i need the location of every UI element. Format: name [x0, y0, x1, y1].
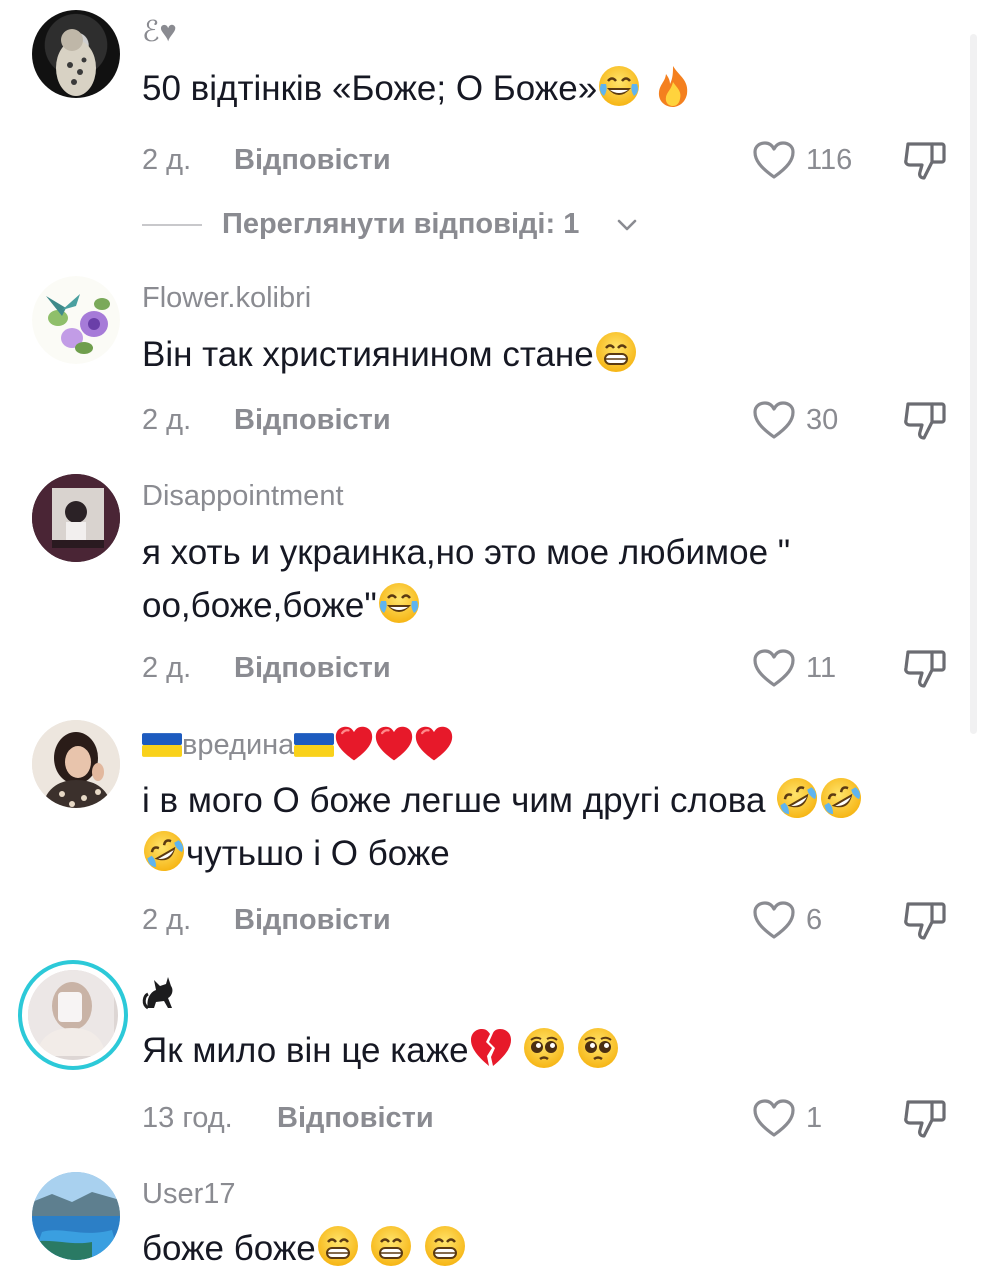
divider-line	[142, 224, 202, 226]
comment-text: Він так християнином стане	[142, 328, 952, 381]
username[interactable]: User17	[142, 1176, 236, 1212]
comment-text: боже боже	[142, 1222, 952, 1275]
like-count: 11	[806, 652, 837, 684]
black-cat-icon	[142, 977, 173, 1010]
username[interactable]: Flower.kolibri	[142, 280, 311, 316]
pleading-face-emoji-icon	[576, 1026, 620, 1070]
grinning-emoji-icon	[316, 1224, 360, 1268]
reply-button[interactable]: Відповісти	[234, 650, 391, 686]
dislike-icon[interactable]	[902, 1096, 948, 1140]
dislike-icon[interactable]	[902, 138, 948, 182]
comment-time: 2 д.	[142, 904, 192, 936]
rolling-laughing-emoji-icon	[819, 776, 863, 820]
comment-time: 2 д.	[142, 144, 192, 176]
red-heart-icon	[334, 724, 374, 764]
broken-heart-icon	[469, 1026, 513, 1070]
like-heart-icon[interactable]	[752, 900, 796, 940]
avatar[interactable]	[32, 10, 120, 98]
avatar-image	[28, 970, 114, 1056]
comment-text: Як мило він це каже	[142, 1024, 952, 1077]
like-heart-icon[interactable]	[752, 648, 796, 688]
grinning-emoji-icon	[369, 1224, 413, 1268]
like-count: 30	[806, 404, 839, 436]
grinning-emoji-icon	[594, 330, 638, 374]
ukraine-flag-icon	[294, 730, 334, 760]
comment-time: 13 год.	[142, 1102, 233, 1134]
avatar-image	[32, 720, 120, 808]
like-count: 6	[806, 904, 823, 936]
comment-text: і в мого О боже легше чим другі слова чу…	[142, 774, 952, 880]
like-heart-icon[interactable]	[752, 1098, 796, 1138]
avatar-story-ring[interactable]	[18, 960, 128, 1070]
fire-emoji-icon	[651, 64, 695, 108]
avatar	[28, 970, 118, 1060]
avatar[interactable]	[32, 720, 120, 808]
tears-of-joy-emoji-icon	[377, 581, 421, 625]
comment-time: 2 д.	[142, 404, 192, 436]
avatar-image	[32, 474, 120, 562]
scrollbar[interactable]	[970, 34, 977, 734]
chevron-down-icon	[617, 219, 637, 231]
comment-text: 50 відтінків «Боже; О Боже»	[142, 62, 952, 115]
rolling-laughing-emoji-icon	[775, 776, 819, 820]
avatar[interactable]	[32, 276, 120, 364]
reply-button[interactable]: Відповісти	[277, 1100, 434, 1136]
avatar-image	[32, 276, 120, 364]
ukraine-flag-icon	[142, 730, 182, 760]
username[interactable]: Disappointment	[142, 478, 344, 514]
like-heart-icon[interactable]	[752, 400, 796, 440]
comment-time: 2 д.	[142, 652, 192, 684]
avatar[interactable]	[32, 474, 120, 562]
dislike-icon[interactable]	[902, 398, 948, 442]
grinning-emoji-icon	[423, 1224, 467, 1268]
view-replies-label: Переглянути відповіді: 1	[222, 208, 580, 240]
dislike-icon[interactable]	[902, 898, 948, 942]
red-heart-icon	[374, 724, 414, 764]
reply-button[interactable]: Відповісти	[234, 142, 391, 178]
reply-button[interactable]: Відповісти	[234, 402, 391, 438]
username-row[interactable]: 🐈‍⬛	[142, 974, 186, 1023]
username: вредина	[182, 729, 295, 761]
like-heart-icon[interactable]	[752, 140, 796, 180]
pleading-face-emoji-icon	[522, 1026, 566, 1070]
tears-of-joy-emoji-icon	[597, 64, 641, 108]
comment-text: я хоть и украинка,но это мое любимое " о…	[142, 533, 791, 625]
avatar-image	[32, 1172, 120, 1260]
red-heart-icon	[414, 724, 454, 764]
avatar-image	[56, 29, 96, 96]
username-row[interactable]: вредина	[142, 724, 454, 768]
like-count: 1	[806, 1102, 823, 1134]
dislike-icon[interactable]	[902, 646, 948, 690]
reply-button[interactable]: Відповісти	[234, 902, 391, 938]
username[interactable]: ℰ♥	[142, 14, 177, 50]
rolling-laughing-emoji-icon	[142, 829, 186, 873]
like-count: 116	[806, 144, 853, 176]
avatar[interactable]	[32, 1172, 120, 1260]
